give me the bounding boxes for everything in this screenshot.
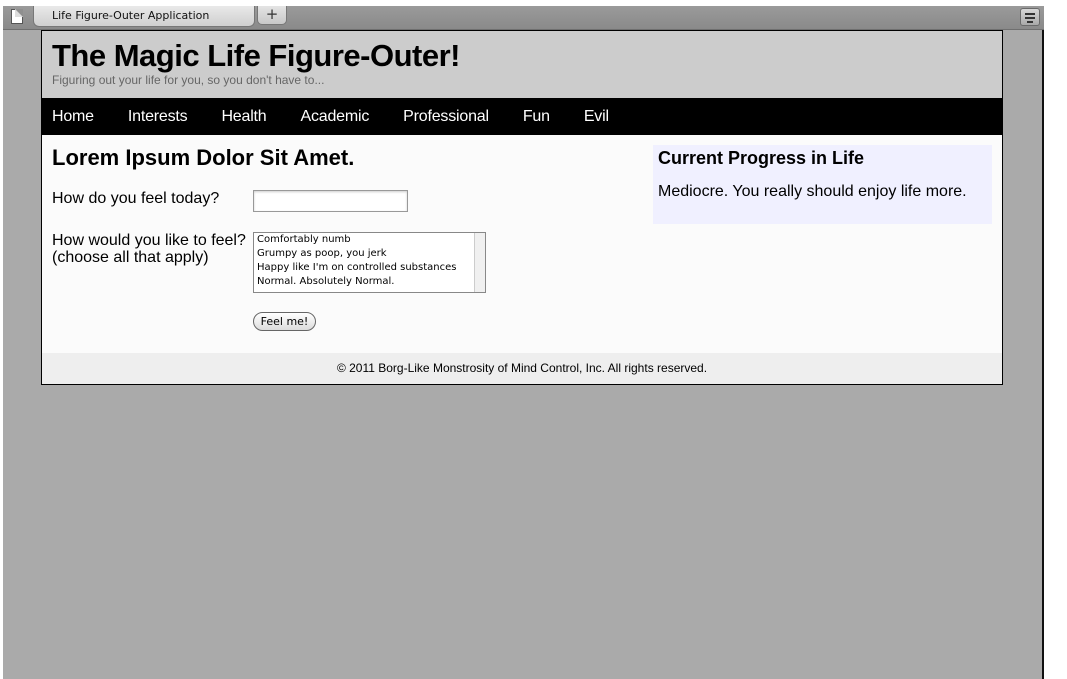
sidebar-text: Mediocre. You really should enjoy life m…	[658, 183, 967, 200]
sidebar-title: Current Progress in Life	[658, 148, 865, 168]
nav-item-fun[interactable]: Fun	[523, 98, 550, 135]
feel-today-input[interactable]	[253, 190, 408, 212]
nav-item-evil[interactable]: Evil	[584, 98, 609, 135]
browser-window: Life Figure-Outer Application + The Magi…	[3, 6, 1044, 679]
feel-multiselect[interactable]: Comfortably numb Grumpy as poop, you jer…	[253, 232, 486, 293]
tab-bar: Life Figure-Outer Application +	[3, 6, 1044, 30]
nav-item-academic[interactable]: Academic	[301, 98, 370, 135]
nav-item-professional[interactable]: Professional	[403, 98, 489, 135]
select-option[interactable]: Grumpy as poop, you jerk	[254, 247, 485, 261]
like-to-feel-hint: (choose all that apply)	[52, 249, 209, 266]
like-to-feel-label: How would you like to feel?	[52, 232, 246, 249]
web-page: The Magic Life Figure-Outer! Figuring ou…	[41, 30, 1003, 385]
page-title: Lorem Ipsum Dolor Sit Amet.	[52, 145, 355, 170]
main-content: Lorem Ipsum Dolor Sit Amet. How do you f…	[42, 135, 1002, 353]
tab-title: Life Figure-Outer Application	[52, 9, 210, 22]
tab-list-icon[interactable]	[1020, 8, 1040, 26]
site-title: The Magic Life Figure-Outer!	[52, 38, 460, 73]
copyright-text: © 2011 Borg-Like Monstrosity of Mind Con…	[336, 361, 708, 375]
document-icon	[11, 9, 23, 24]
feel-me-button[interactable]: Feel me!	[253, 312, 316, 331]
progress-sidebar: Current Progress in Life Mediocre. You r…	[653, 145, 992, 224]
tab-life-figure-outer[interactable]: Life Figure-Outer Application	[33, 6, 255, 27]
site-footer: © 2011 Borg-Like Monstrosity of Mind Con…	[42, 353, 1002, 384]
site-header: The Magic Life Figure-Outer! Figuring ou…	[42, 31, 1002, 98]
nav-item-health[interactable]: Health	[221, 98, 266, 135]
nav-item-interests[interactable]: Interests	[128, 98, 188, 135]
main-nav: Home Interests Health Academic Professio…	[42, 98, 1002, 135]
select-scrollbar[interactable]	[474, 233, 485, 292]
select-option[interactable]: Normal. Absolutely Normal.	[254, 275, 485, 289]
feel-today-label: How do you feel today?	[52, 190, 220, 207]
select-option[interactable]: Comfortably numb	[254, 233, 485, 247]
site-tagline: Figuring out your life for you, so you d…	[52, 73, 325, 87]
select-option[interactable]: Happy like I'm on controlled substances	[254, 261, 485, 275]
new-tab-button[interactable]: +	[257, 6, 287, 25]
nav-item-home[interactable]: Home	[52, 98, 94, 135]
